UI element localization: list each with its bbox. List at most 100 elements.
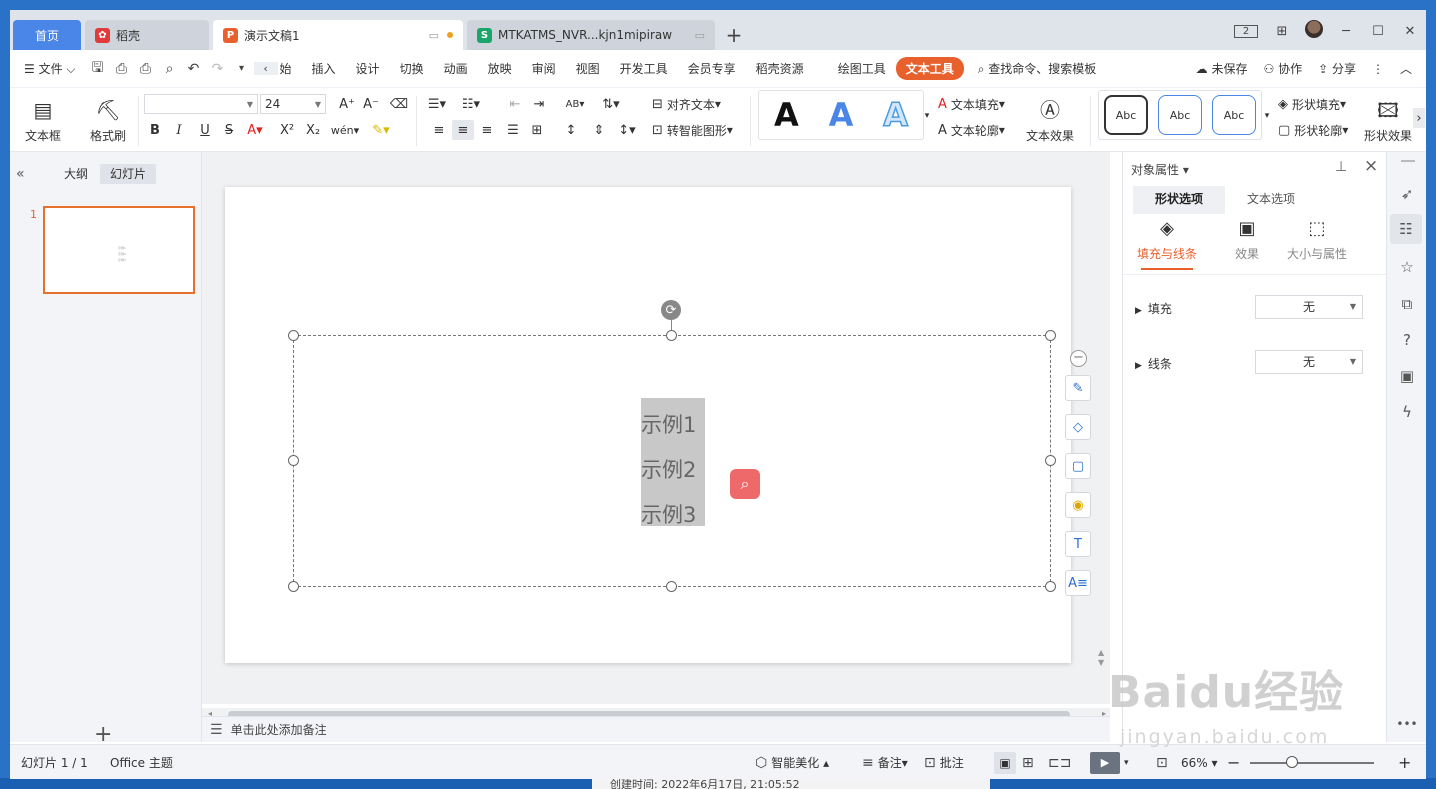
text-convert-icon[interactable]: T [1065,531,1091,557]
menu-item-transition[interactable]: 切换 [390,60,434,77]
line-spacing-icon[interactable]: ↕ [560,120,582,140]
text-outline-button[interactable]: A 文本轮廓 ▾ [938,120,1005,140]
line-section-toggle[interactable]: ▶ 线条 [1135,355,1172,372]
magnifier-icon[interactable]: ⌕ [730,469,760,499]
align-center-icon[interactable]: ≡ [452,120,474,140]
resize-handle-sw[interactable] [288,581,299,592]
ribbon-scroll-right-icon[interactable]: › [1413,108,1425,128]
collapse-tools-icon[interactable]: − [1070,350,1087,367]
wordart-style-outline[interactable]: A [883,98,909,132]
apps-grid-icon[interactable]: ⊞ [1266,24,1298,39]
fill-bucket-icon[interactable]: ◇ [1065,414,1091,440]
slide-text-line-1[interactable]: 示例1 [641,409,696,439]
increase-font-icon[interactable]: A⁺ [336,94,358,114]
slide-canvas[interactable]: ⟳ 示例1 示例2 示例3 ⌕ [225,187,1071,663]
image-tools-icon[interactable]: ▣ [1395,364,1419,388]
slide-text-line-2[interactable]: 示例2 [641,454,696,484]
justify-icon[interactable]: ☰ [502,120,524,140]
scroll-up-icon[interactable]: ▲ [1098,648,1104,657]
share-button[interactable]: ⇪ 分享 [1310,60,1364,77]
smart-shape-button[interactable]: ⊡ 转智能图形 ▾ [652,120,733,140]
menu-item-review[interactable]: 审阅 [522,60,566,77]
idea-bulb-icon[interactable]: ◉ [1065,492,1091,518]
tab-outline[interactable]: 大纲 [54,164,98,184]
unsaved-status[interactable]: ☁ 未保存 [1188,60,1256,77]
quick-access-dropdown-icon[interactable]: ▾ [230,63,254,74]
tab-home[interactable]: 首页 [13,20,81,50]
text-direction-icon[interactable]: AB▾ [564,94,586,114]
close-pane-icon[interactable]: × [1364,156,1378,176]
underline-icon[interactable]: U [194,120,216,140]
decrease-indent-icon[interactable]: ⇤ [504,94,526,114]
clear-format-icon[interactable]: ⌫ [388,94,410,114]
numbered-list-icon[interactable]: ☷▾ [460,94,482,114]
magic-star-icon[interactable]: ☆ [1395,255,1419,279]
tab-spreadsheet[interactable]: S MTKATMS_NVR...kjn1mipiraw ▭ [467,20,715,50]
smart-beautify-button[interactable]: ⬡ 智能美化 ▴ [755,745,829,779]
tab-docer[interactable]: ✿ 稻壳 [85,20,209,50]
italic-icon[interactable]: I [168,120,190,140]
format-painter-button[interactable]: ⛏ 格式刷 [84,92,132,148]
comments-button[interactable]: ⊡ 批注 [924,745,964,779]
user-avatar[interactable] [1298,20,1330,42]
fit-window-button[interactable]: ⊡ [1156,745,1172,779]
redo-icon[interactable]: ↷ [206,61,230,77]
menu-item-member[interactable]: 会员专享 [678,60,746,77]
decrease-font-icon[interactable]: A⁻ [360,94,382,114]
help-icon[interactable]: ? [1395,328,1419,352]
notes-toggle-button[interactable]: ≡ 备注 ▾ [862,745,908,779]
wordart-more-icon[interactable]: ▾ [916,106,938,126]
outline-frame-icon[interactable]: ▢ [1065,453,1091,479]
subtab-effect[interactable]: ▣ 效果 [1207,218,1287,262]
resize-handle-s[interactable] [666,581,677,592]
font-color-icon[interactable]: A▾ [244,120,266,140]
style-brush-icon[interactable]: ✎ [1065,375,1091,401]
spacing-options-icon[interactable]: ↕▾ [616,120,638,140]
more-options-icon[interactable]: ⋮ [1364,62,1392,76]
notes-area[interactable]: ☰ 单击此处添加备注 [202,716,1110,742]
wordart-style-blue[interactable]: A [829,99,854,131]
print-icon[interactable]: ⎙ [134,61,158,77]
sort-icon[interactable]: ⇅▾ [600,94,622,114]
zoom-slider-track[interactable] [1250,762,1374,764]
menu-item-view[interactable]: 视图 [566,60,610,77]
highlight-icon[interactable]: ✎▾ [370,120,392,140]
bullet-list-icon[interactable]: ☰▾ [426,94,448,114]
tab-presentation[interactable]: P 演示文稿1 ▭ [213,20,463,50]
shape-style-more-icon[interactable]: ▾ [1256,106,1278,126]
shape-style-3[interactable]: Abc [1212,95,1256,135]
font-size-select[interactable]: 24 ▼ [260,94,326,114]
print-preview-icon[interactable]: ⌕ [158,61,182,77]
distribute-icon[interactable]: ⊞ [526,120,548,140]
slide-text-line-3[interactable]: 示例3 [641,499,696,529]
reading-view-button[interactable]: ⊏⊐ [1048,745,1075,779]
scroll-left-icon[interactable]: ‹ [253,62,278,75]
resize-handle-ne[interactable] [1045,330,1056,341]
resize-handle-w[interactable] [288,455,299,466]
resize-handle-se[interactable] [1045,581,1056,592]
theme-name[interactable]: Office 主题 [110,745,173,779]
text-layout-icon[interactable]: A≡ [1065,570,1091,596]
menu-item-design[interactable]: 设计 [346,60,390,77]
tab-shape-options[interactable]: 形状选项 [1133,186,1225,214]
text-fill-button[interactable]: A 文本填充 ▾ [938,94,1005,114]
paragraph-spacing-icon[interactable]: ⇕ [588,120,610,140]
layout-badge-icon[interactable]: 2 [1234,24,1258,38]
collapse-ribbon-icon[interactable]: ︿ [1392,60,1426,77]
maximize-button[interactable]: ☐ [1362,24,1394,39]
shape-outline-button[interactable]: ▢ 形状轮廓 ▾ [1278,120,1348,140]
tab-text-options[interactable]: 文本选项 [1225,186,1317,214]
normal-view-button[interactable]: ▣ [994,745,1016,779]
resize-handle-n[interactable] [666,330,677,341]
strikethrough-icon[interactable]: S [218,120,240,140]
text-effect-button[interactable]: Ⓐ 文本效果 [1024,92,1076,148]
file-menu[interactable]: ☰ 文件 ⌵ [10,60,86,77]
zoom-level-select[interactable]: 66% ▾ [1181,745,1218,779]
align-text-button[interactable]: ⊟ 对齐文本 ▾ [652,94,721,114]
collapse-pane-icon[interactable]: « [16,166,25,182]
properties-title[interactable]: 对象属性 ▾ [1131,161,1189,178]
textbox-button[interactable]: ▤ 文本框 [18,92,68,148]
menu-item-insert[interactable]: 插入 [302,60,346,77]
shape-effect-button[interactable]: 🖾 形状效果 [1360,92,1416,148]
pin-icon[interactable]: ⊥ [1335,159,1347,175]
